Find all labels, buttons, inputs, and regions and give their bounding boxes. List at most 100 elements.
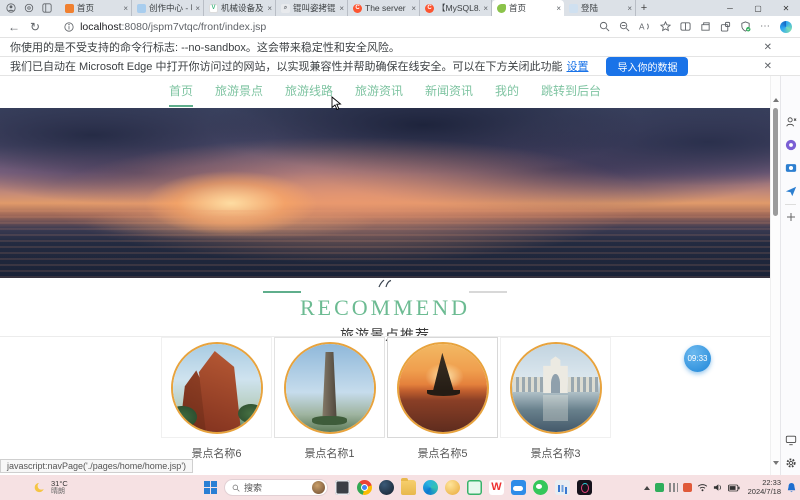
scroll-down-icon[interactable] bbox=[773, 461, 779, 465]
taskbar-clock[interactable]: 22:33 2024/7/18 bbox=[748, 479, 781, 496]
nav-item-spots[interactable]: 旅游景点 bbox=[215, 82, 263, 107]
sidebar-settings-gear-icon[interactable] bbox=[785, 457, 797, 469]
browser-tab[interactable]: C【MySQL8.0配× bbox=[420, 0, 492, 16]
tab-close-icon[interactable]: × bbox=[627, 4, 632, 13]
app-dark-icon[interactable] bbox=[379, 480, 394, 495]
minimize-button[interactable]: ─ bbox=[716, 0, 744, 16]
floating-clock-badge[interactable]: 09:33 bbox=[684, 345, 711, 372]
spot-image[interactable] bbox=[510, 342, 602, 434]
tray-gray-app-icon[interactable] bbox=[669, 483, 678, 492]
sandbox-warning-bar: 你使用的是不受支持的命令行标志: --no-sandbox。这会带来稳定性和安全… bbox=[0, 38, 800, 57]
tab-close-icon[interactable]: × bbox=[339, 4, 344, 13]
copilot-icon[interactable] bbox=[780, 21, 792, 33]
tray-red-app-icon[interactable] bbox=[683, 483, 692, 492]
sidebar-contacts-icon[interactable] bbox=[785, 116, 797, 128]
tab-close-icon[interactable]: × bbox=[556, 4, 561, 13]
notification-bell-icon[interactable] bbox=[786, 482, 797, 494]
charts-app-icon[interactable] bbox=[555, 480, 570, 495]
read-aloud-icon[interactable]: A bbox=[639, 21, 651, 32]
chrome-icon[interactable] bbox=[357, 480, 372, 495]
zoom-icon[interactable] bbox=[619, 21, 630, 32]
close-window-button[interactable]: ✕ bbox=[772, 0, 800, 16]
tab-close-icon[interactable]: × bbox=[483, 4, 488, 13]
tab-close-icon[interactable]: × bbox=[411, 4, 416, 13]
page-scrollbar[interactable] bbox=[770, 76, 780, 475]
spot-image[interactable] bbox=[171, 342, 263, 434]
refresh-icon[interactable]: ↻ bbox=[30, 21, 40, 33]
start-button[interactable] bbox=[204, 481, 217, 494]
close-icon[interactable]: ✕ bbox=[764, 61, 772, 72]
spot-image[interactable] bbox=[397, 342, 489, 434]
browser-tab[interactable]: CThe server time× bbox=[348, 0, 420, 16]
nav-item-mine[interactable]: 我的 bbox=[495, 82, 519, 107]
extensions-icon[interactable] bbox=[720, 21, 731, 32]
scrollbar-thumb[interactable] bbox=[773, 108, 778, 216]
tab-close-icon[interactable]: × bbox=[195, 4, 200, 13]
sidebar-designer-icon[interactable] bbox=[785, 162, 797, 174]
battery-icon[interactable] bbox=[728, 484, 740, 492]
spot-item[interactable]: 景点名称1 bbox=[273, 337, 386, 461]
site-info-icon[interactable] bbox=[64, 22, 74, 32]
capcut-icon[interactable] bbox=[467, 480, 482, 495]
nav-item-home[interactable]: 首页 bbox=[169, 82, 193, 107]
spot-card[interactable] bbox=[387, 337, 498, 438]
browser-tab[interactable]: 创作中心 - 哔哩× bbox=[132, 0, 204, 16]
nav-item-news[interactable]: 新闻资讯 bbox=[425, 82, 473, 107]
vertical-tabs-icon[interactable] bbox=[42, 3, 52, 13]
tab-close-icon[interactable]: × bbox=[267, 4, 272, 13]
scroll-up-icon[interactable] bbox=[773, 98, 779, 102]
profile-icon[interactable] bbox=[6, 3, 16, 13]
browser-tab[interactable]: V机械设备及其零× bbox=[204, 0, 276, 16]
browser-tab-active[interactable]: 首页× bbox=[492, 0, 564, 16]
app-gold-icon[interactable] bbox=[445, 480, 460, 495]
new-tab-button[interactable]: + bbox=[636, 0, 652, 16]
back-icon[interactable]: ← bbox=[8, 21, 20, 33]
spot-card[interactable] bbox=[500, 337, 611, 438]
hidden-icons-chevron[interactable] bbox=[644, 486, 650, 490]
taskbar-search[interactable]: 搜索 bbox=[224, 479, 328, 496]
sidebar-add-icon[interactable] bbox=[786, 212, 796, 222]
settings-menu-icon[interactable]: ⋯ bbox=[760, 21, 771, 32]
browser-tab[interactable]: 首页× bbox=[60, 0, 132, 16]
close-icon[interactable]: ✕ bbox=[764, 42, 772, 53]
tab-close-icon[interactable]: × bbox=[123, 4, 128, 13]
sidebar-microsoft365-icon[interactable] bbox=[785, 139, 797, 151]
search-label: 搜索 bbox=[244, 481, 308, 494]
search-icon[interactable] bbox=[599, 21, 610, 32]
tray-green-app-icon[interactable] bbox=[655, 483, 664, 492]
wechat-icon[interactable] bbox=[533, 480, 548, 495]
sidebar-drop-icon[interactable] bbox=[785, 185, 797, 197]
wifi-icon[interactable] bbox=[697, 483, 708, 492]
browser-tab[interactable]: ⌕锟叫姿拷锟厅拼× bbox=[276, 0, 348, 16]
browser-tab[interactable]: 登陆× bbox=[564, 0, 636, 16]
collections-icon[interactable] bbox=[700, 21, 711, 32]
maximize-button[interactable]: ▢ bbox=[744, 0, 772, 16]
recommend-title: RECOMMEND bbox=[0, 295, 770, 321]
nav-item-travel-news[interactable]: 旅游资讯 bbox=[355, 82, 403, 107]
split-screen-icon[interactable] bbox=[680, 21, 691, 32]
spot-card[interactable] bbox=[274, 337, 385, 438]
volume-icon[interactable] bbox=[713, 483, 723, 492]
workspaces-icon[interactable] bbox=[24, 3, 34, 13]
sidebar-screen-icon[interactable] bbox=[785, 434, 797, 446]
nav-item-backend[interactable]: 跳转到后台 bbox=[541, 82, 601, 107]
spot-item[interactable]: 景点名称6 bbox=[160, 337, 273, 461]
spot-card[interactable] bbox=[161, 337, 272, 438]
spot-item[interactable]: 景点名称3 bbox=[499, 337, 612, 461]
nav-item-routes[interactable]: 旅游线路 bbox=[285, 82, 333, 107]
spot-item[interactable]: 景点名称5 bbox=[386, 337, 499, 461]
favorites-star-icon[interactable] bbox=[660, 21, 671, 32]
spot-image[interactable] bbox=[284, 342, 376, 434]
wps-icon[interactable]: W bbox=[489, 480, 504, 495]
tab-title: 机械设备及其零 bbox=[221, 2, 264, 14]
browser-essentials-icon[interactable] bbox=[740, 21, 751, 32]
file-explorer-icon[interactable] bbox=[401, 480, 416, 495]
settings-link[interactable]: 设置 bbox=[566, 58, 588, 74]
task-view-icon[interactable] bbox=[335, 480, 350, 495]
edge-icon[interactable] bbox=[423, 480, 438, 495]
douyin-icon[interactable] bbox=[577, 480, 592, 495]
weather-widget[interactable]: 31°C 晴朗 bbox=[34, 480, 68, 495]
import-data-button[interactable]: 导入你的数据 bbox=[606, 57, 688, 76]
address-bar[interactable]: localhost:8080/jspm7vtqc/front/index.jsp bbox=[50, 21, 589, 33]
cloud-drive-icon[interactable] bbox=[511, 480, 526, 495]
